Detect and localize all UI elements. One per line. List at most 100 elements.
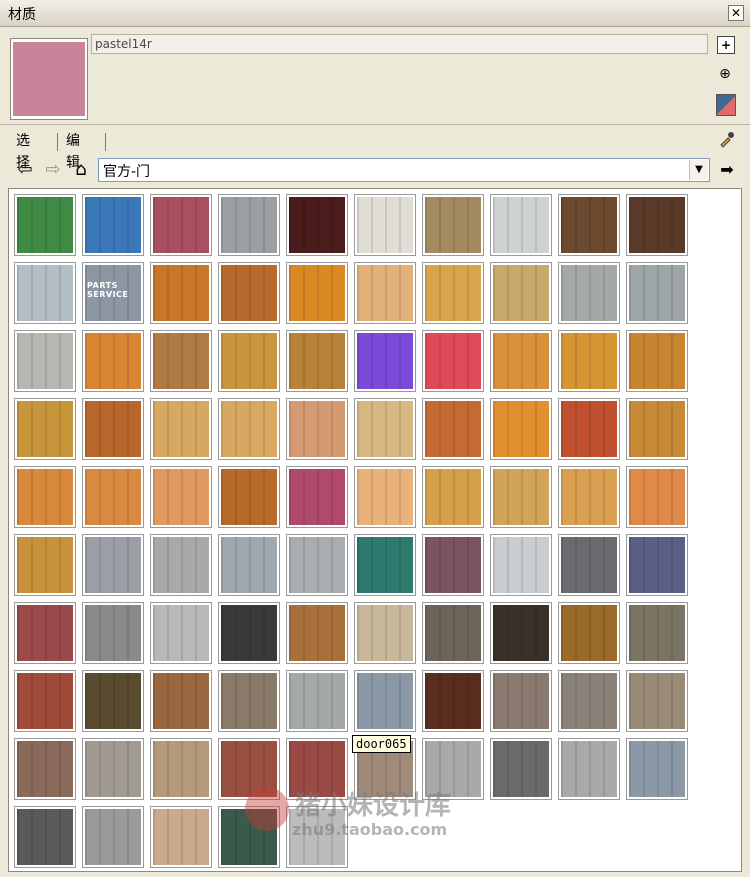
material-tile[interactable] — [626, 738, 688, 800]
material-tile[interactable] — [150, 466, 212, 528]
material-tile[interactable] — [422, 466, 484, 528]
material-tile[interactable] — [150, 194, 212, 256]
material-tile[interactable] — [286, 194, 348, 256]
material-tile[interactable] — [422, 262, 484, 324]
material-tile[interactable] — [218, 534, 280, 596]
details-arrow-icon[interactable]: ➡ — [716, 159, 738, 181]
material-tile[interactable] — [150, 262, 212, 324]
material-tile[interactable] — [354, 534, 416, 596]
material-tile[interactable] — [354, 602, 416, 664]
material-tile[interactable] — [490, 262, 552, 324]
forward-arrow-icon[interactable]: ⇨ — [42, 159, 64, 181]
material-tile[interactable] — [82, 466, 144, 528]
material-tile[interactable] — [14, 602, 76, 664]
material-tile[interactable] — [490, 466, 552, 528]
material-tile[interactable] — [626, 330, 688, 392]
material-tile[interactable] — [354, 466, 416, 528]
material-tile[interactable] — [82, 194, 144, 256]
material-tile[interactable] — [286, 398, 348, 460]
material-tile[interactable] — [218, 670, 280, 732]
material-tile[interactable] — [626, 398, 688, 460]
material-tile[interactable] — [354, 194, 416, 256]
material-tile[interactable] — [490, 670, 552, 732]
material-tile[interactable] — [490, 602, 552, 664]
material-tile[interactable] — [14, 534, 76, 596]
material-tile[interactable] — [286, 466, 348, 528]
material-tile[interactable] — [422, 330, 484, 392]
collection-dropdown[interactable]: 官方-门 ▼ — [98, 158, 710, 182]
material-tile[interactable] — [150, 738, 212, 800]
back-arrow-icon[interactable]: ⇦ — [14, 159, 36, 181]
material-thumbnail-grid[interactable]: PARTS SERVICE — [8, 188, 742, 872]
material-tile[interactable] — [422, 398, 484, 460]
material-tile[interactable] — [218, 602, 280, 664]
material-tile[interactable] — [558, 330, 620, 392]
material-tile[interactable] — [218, 262, 280, 324]
material-tile[interactable] — [150, 602, 212, 664]
chevron-down-icon[interactable]: ▼ — [689, 160, 708, 180]
material-tile[interactable] — [218, 330, 280, 392]
material-tile[interactable] — [14, 330, 76, 392]
material-tile[interactable] — [558, 602, 620, 664]
material-tile[interactable] — [626, 602, 688, 664]
material-tile[interactable] — [354, 330, 416, 392]
material-tile[interactable] — [626, 534, 688, 596]
material-tile[interactable] — [354, 670, 416, 732]
material-tile[interactable] — [558, 398, 620, 460]
material-tile[interactable] — [286, 330, 348, 392]
material-tile[interactable] — [14, 670, 76, 732]
material-tile[interactable] — [82, 738, 144, 800]
material-tile[interactable] — [82, 330, 144, 392]
material-tile[interactable] — [218, 466, 280, 528]
material-tile[interactable] — [558, 738, 620, 800]
material-tile[interactable] — [82, 602, 144, 664]
material-tile[interactable] — [218, 398, 280, 460]
close-button[interactable]: ✕ — [728, 5, 744, 21]
material-tile[interactable] — [558, 466, 620, 528]
material-tile[interactable] — [150, 330, 212, 392]
material-tile[interactable] — [286, 262, 348, 324]
material-tile[interactable] — [558, 194, 620, 256]
material-tile[interactable] — [14, 466, 76, 528]
material-tile[interactable] — [286, 602, 348, 664]
create-material-icon[interactable]: + — [717, 36, 735, 54]
material-tile[interactable] — [82, 670, 144, 732]
material-tile[interactable] — [490, 534, 552, 596]
material-tile[interactable] — [82, 398, 144, 460]
material-tile[interactable] — [422, 194, 484, 256]
material-tile[interactable] — [14, 398, 76, 460]
material-tile[interactable] — [286, 670, 348, 732]
material-tile[interactable] — [354, 262, 416, 324]
material-tile[interactable] — [490, 738, 552, 800]
material-tile[interactable] — [354, 398, 416, 460]
material-tile[interactable] — [150, 398, 212, 460]
material-tile[interactable] — [490, 330, 552, 392]
home-icon[interactable]: ⌂ — [70, 159, 92, 181]
material-name-field[interactable]: pastel14r — [91, 34, 708, 54]
material-tile[interactable] — [14, 262, 76, 324]
material-tile[interactable] — [558, 670, 620, 732]
material-tile[interactable]: PARTS SERVICE — [82, 262, 144, 324]
material-tile[interactable] — [286, 534, 348, 596]
material-tile[interactable] — [558, 534, 620, 596]
material-tile[interactable] — [626, 466, 688, 528]
material-tile[interactable] — [14, 806, 76, 868]
material-tile[interactable] — [558, 262, 620, 324]
material-tile[interactable] — [626, 262, 688, 324]
material-tile[interactable] — [422, 670, 484, 732]
material-tile[interactable] — [490, 398, 552, 460]
add-to-model-icon[interactable]: ⊕ — [716, 66, 734, 84]
material-tile[interactable] — [82, 534, 144, 596]
paint-default-icon[interactable] — [716, 94, 736, 116]
material-tile[interactable] — [422, 534, 484, 596]
material-tile[interactable] — [150, 534, 212, 596]
eyedropper-icon[interactable] — [718, 130, 736, 152]
material-tile[interactable] — [14, 738, 76, 800]
material-tile[interactable] — [490, 194, 552, 256]
material-tile[interactable] — [626, 194, 688, 256]
material-tile[interactable] — [626, 670, 688, 732]
material-tile[interactable] — [150, 670, 212, 732]
material-tile[interactable] — [82, 806, 144, 868]
material-tile[interactable] — [150, 806, 212, 868]
material-tile[interactable] — [14, 194, 76, 256]
